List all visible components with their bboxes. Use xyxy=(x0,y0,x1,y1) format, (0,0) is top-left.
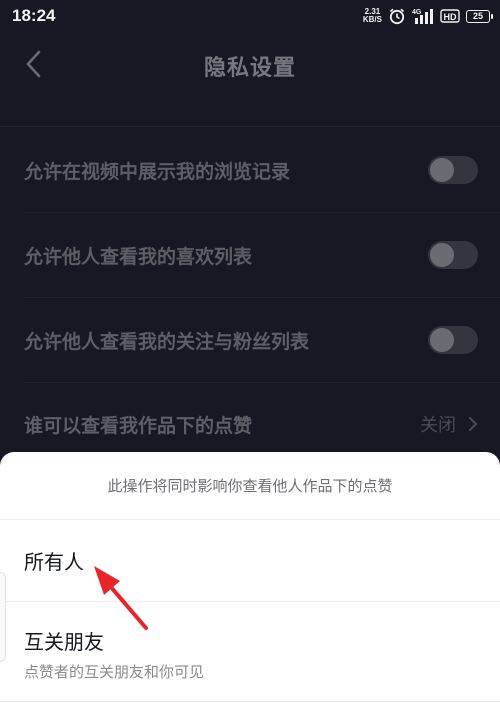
option-mutual-friends[interactable]: 互关朋友 点赞者的互关朋友和你可见 xyxy=(0,602,500,702)
battery-icon: 25 xyxy=(466,9,493,23)
chevron-right-icon xyxy=(469,417,477,431)
status-time: 18:24 xyxy=(12,6,56,25)
setting-value-text: 关闭 xyxy=(420,415,456,436)
likes-list-toggle[interactable] xyxy=(428,241,478,269)
page-title: 隐私设置 xyxy=(203,56,296,81)
option-everyone[interactable]: 所有人 xyxy=(0,520,500,602)
option-title: 所有人 xyxy=(24,550,84,574)
net-speed: 2.31 KB/S xyxy=(363,8,382,24)
setting-value: 关闭 xyxy=(420,411,478,437)
follow-list-toggle[interactable] xyxy=(428,326,478,354)
status-icons: 2.31 KB/S 4G HD 25 xyxy=(363,7,493,25)
setting-row-likes-list[interactable]: 允许他人查看我的喜欢列表 xyxy=(0,212,500,298)
setting-label: 谁可以查看我作品下的点赞 xyxy=(24,414,253,437)
setting-row-follow-list[interactable]: 允许他人查看我的关注与粉丝列表 xyxy=(0,297,500,383)
sheet-edge-handle xyxy=(0,572,6,662)
toggle-knob xyxy=(430,158,454,182)
option-title: 互关朋友 xyxy=(24,630,104,654)
signal-icon: 4G xyxy=(412,7,434,25)
setting-row-browse-history[interactable]: 允许在视频中展示我的浏览记录 xyxy=(0,127,500,213)
alarm-icon xyxy=(388,7,406,25)
hd-label: HD xyxy=(444,12,457,22)
option-subtitle: 点赞者的互关朋友和你可见 xyxy=(24,663,205,681)
setting-label: 允许他人查看我的喜欢列表 xyxy=(24,245,253,268)
nav-header: 隐私设置 xyxy=(0,32,500,96)
sheet-hint: 此操作将同时影响你查看他人作品下的点赞 xyxy=(0,452,500,520)
bottom-sheet: 此操作将同时影响你查看他人作品下的点赞 所有人 互关朋友 点赞者的互关朋友和你可… xyxy=(0,452,500,711)
network-type-label: 4G xyxy=(412,9,422,16)
toggle-knob xyxy=(430,243,454,267)
status-bar: 18:24 2.31 KB/S 4G HD 25 xyxy=(0,0,500,32)
browse-history-toggle[interactable] xyxy=(428,156,478,184)
hd-icon: HD xyxy=(440,7,460,25)
battery-level: 25 xyxy=(472,11,483,21)
toggle-knob xyxy=(430,328,454,352)
setting-label: 允许在视频中展示我的浏览记录 xyxy=(24,160,291,183)
net-speed-unit: KB/S xyxy=(362,15,382,24)
setting-label: 允许他人查看我的关注与粉丝列表 xyxy=(24,330,310,353)
